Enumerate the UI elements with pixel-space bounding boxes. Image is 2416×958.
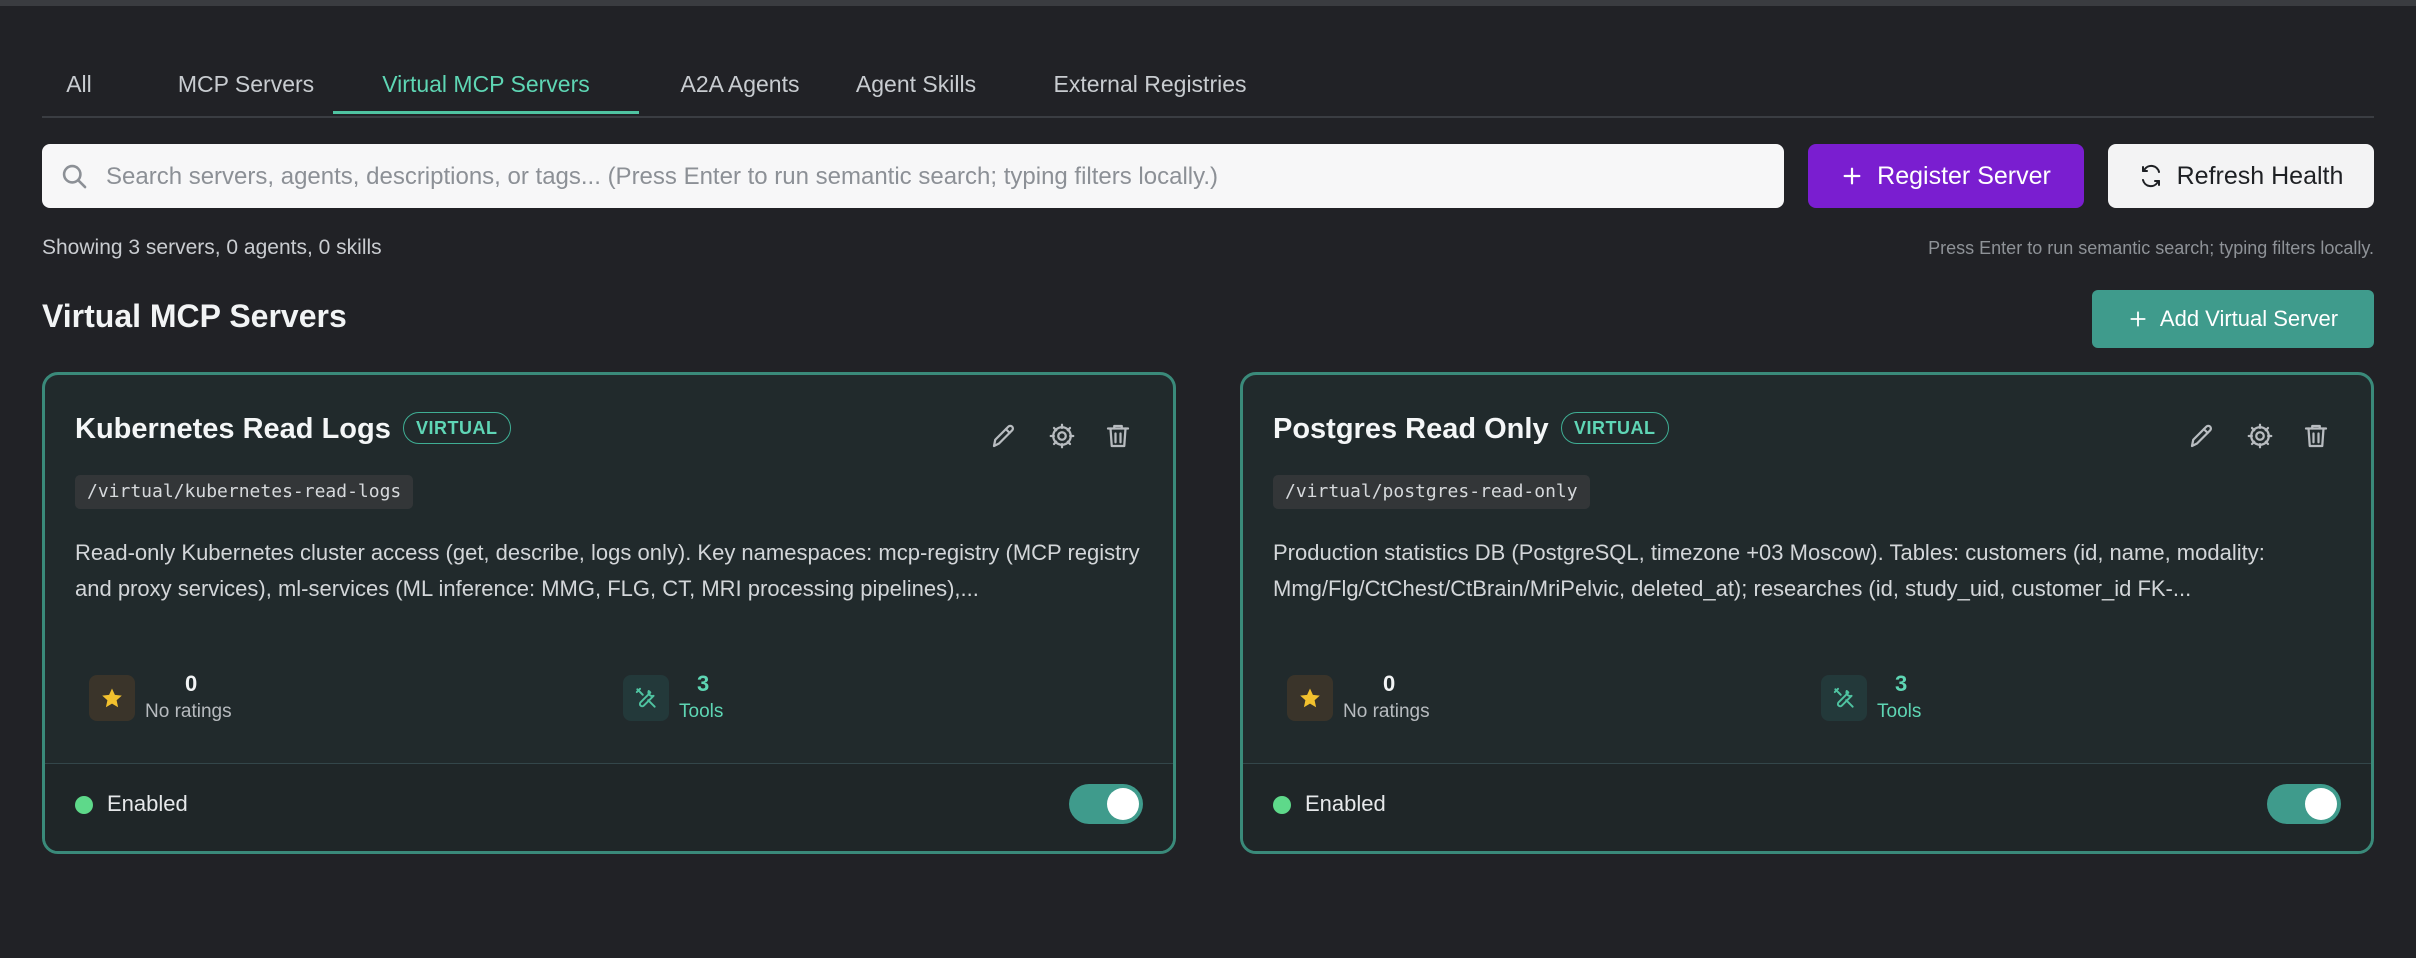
server-card: Postgres Read Only VIRTUAL /virtual/post… bbox=[1240, 372, 2374, 854]
tab-all[interactable]: All bbox=[42, 56, 116, 114]
status-dot bbox=[75, 796, 93, 814]
card-footer bbox=[45, 764, 1173, 851]
rating-stat bbox=[1287, 675, 1333, 721]
plus-icon bbox=[1843, 167, 1861, 185]
trash-icon[interactable] bbox=[2301, 421, 2331, 451]
tab-agent-skills[interactable]: Agent Skills bbox=[816, 56, 1016, 114]
pencil-icon[interactable] bbox=[2187, 421, 2217, 451]
plus-icon bbox=[2130, 311, 2146, 327]
tab-mcp-servers[interactable]: MCP Servers bbox=[154, 56, 338, 114]
search-hint: Press Enter to run semantic search; typi… bbox=[1928, 238, 2374, 258]
tab-bar: All MCP Servers Virtual MCP Servers A2A … bbox=[42, 56, 2374, 118]
status-dot bbox=[1273, 796, 1291, 814]
register-server-label: Register Server bbox=[1877, 161, 2051, 190]
results-summary: Showing 3 servers, 0 agents, 0 skills bbox=[42, 236, 382, 259]
window-top-border bbox=[0, 0, 2416, 6]
enable-toggle[interactable] bbox=[2267, 784, 2341, 824]
server-title: Kubernetes Read Logs bbox=[75, 413, 391, 445]
tab-external-registries[interactable]: External Registries bbox=[1000, 56, 1300, 114]
pencil-icon[interactable] bbox=[989, 421, 1019, 451]
gear-icon[interactable] bbox=[2245, 421, 2275, 451]
star-icon bbox=[102, 688, 122, 708]
tools-count: 3 bbox=[697, 671, 710, 696]
toggle-knob bbox=[2305, 788, 2337, 820]
gear-icon[interactable] bbox=[1047, 421, 1077, 451]
enable-toggle[interactable] bbox=[1069, 784, 1143, 824]
toggle-knob bbox=[1107, 788, 1139, 820]
server-card: Kubernetes Read Logs VIRTUAL /virtual/ku… bbox=[42, 372, 1176, 854]
rating-label: No ratings bbox=[145, 701, 232, 722]
tab-a2a-agents[interactable]: A2A Agents bbox=[640, 56, 840, 114]
section-title: Virtual MCP Servers bbox=[42, 298, 347, 334]
tab-virtual-mcp-servers[interactable]: Virtual MCP Servers bbox=[333, 56, 639, 114]
server-path: /virtual/kubernetes-read-logs bbox=[75, 475, 414, 509]
add-virtual-server-button[interactable]: Add Virtual Server bbox=[2092, 290, 2374, 348]
card-footer bbox=[1243, 764, 2371, 851]
virtual-badge: VIRTUAL bbox=[1561, 412, 1669, 444]
tools-count: 3 bbox=[1895, 671, 1908, 696]
tools-stat[interactable] bbox=[1821, 675, 1867, 721]
rating-count: 0 bbox=[1383, 671, 1396, 696]
server-title: Postgres Read Only bbox=[1273, 413, 1549, 445]
tools-label: Tools bbox=[1877, 701, 1922, 722]
status-label: Enabled bbox=[1305, 791, 1386, 816]
add-virtual-server-label: Add Virtual Server bbox=[2159, 306, 2339, 331]
search-input[interactable] bbox=[104, 144, 1768, 210]
rating-stat bbox=[89, 675, 135, 721]
server-description: Read-only Kubernetes cluster access (get… bbox=[75, 540, 1140, 601]
status-label: Enabled bbox=[107, 791, 188, 816]
refresh-health-button[interactable]: Refresh Health bbox=[2108, 144, 2374, 208]
tools-icon bbox=[1833, 687, 1854, 708]
trash-icon[interactable] bbox=[1103, 421, 1133, 451]
refresh-health-label: Refresh Health bbox=[2176, 161, 2344, 190]
tools-icon bbox=[635, 687, 656, 708]
search-icon bbox=[62, 164, 87, 189]
star-icon bbox=[1300, 688, 1320, 708]
virtual-badge: VIRTUAL bbox=[403, 412, 511, 444]
search-box bbox=[42, 144, 1784, 210]
server-description: Production statistics DB (PostgreSQL, ti… bbox=[1273, 540, 2265, 601]
rating-label: No ratings bbox=[1343, 701, 1430, 722]
rating-count: 0 bbox=[185, 671, 198, 696]
tools-label: Tools bbox=[679, 701, 724, 722]
tools-stat[interactable] bbox=[623, 675, 669, 721]
register-server-button[interactable]: Register Server bbox=[1808, 144, 2084, 208]
server-path: /virtual/postgres-read-only bbox=[1273, 475, 1590, 509]
refresh-icon bbox=[2141, 164, 2160, 188]
